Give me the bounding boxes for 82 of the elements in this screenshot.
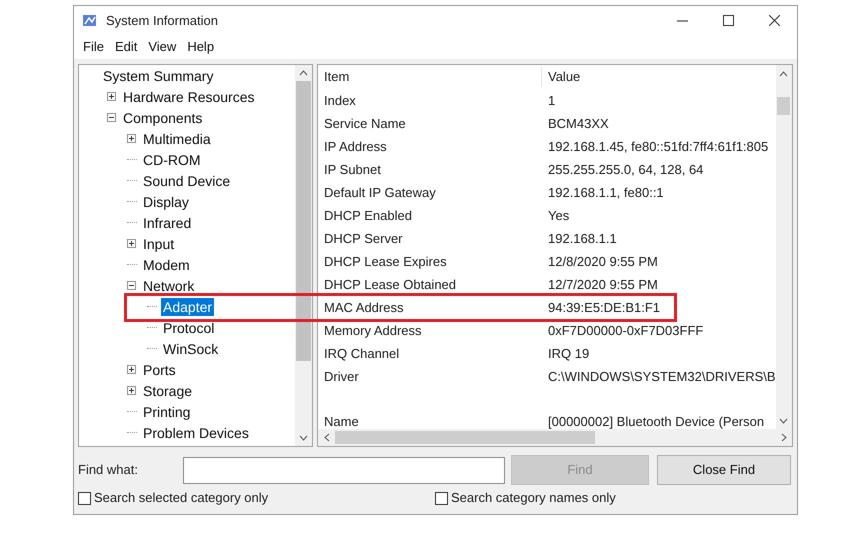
menu-item[interactable]: File bbox=[79, 37, 108, 57]
value-cell-text: 255.255.255.0, 64, 128, 64 bbox=[547, 160, 704, 179]
scroll-down-icon[interactable] bbox=[299, 435, 308, 441]
item-cell-text: DHCP Lease Expires bbox=[324, 252, 448, 271]
tree-item[interactable]: Display bbox=[141, 192, 191, 210]
expand-icon[interactable] bbox=[107, 92, 116, 101]
tree-item[interactable]: Network bbox=[141, 276, 196, 294]
scroll-left-icon[interactable] bbox=[324, 433, 330, 442]
item-cell-text: DHCP Enabled bbox=[324, 206, 413, 225]
value-cell-text: [00000002] Bluetooth Device (Person bbox=[547, 412, 764, 429]
value-cell-text: Yes bbox=[547, 206, 570, 225]
tree-item[interactable]: CD-ROM bbox=[141, 150, 203, 168]
item-cell-text: IP Subnet bbox=[324, 160, 382, 179]
value-cell-text: BCM43XX bbox=[547, 114, 609, 133]
checkbox[interactable] bbox=[78, 492, 91, 504]
expand-icon[interactable] bbox=[127, 365, 136, 374]
value-cell-text: 94:39:E5:DE:B1:F1 bbox=[547, 298, 660, 317]
tree-item[interactable]: Adapter bbox=[161, 298, 214, 316]
item-cell-text: Name bbox=[324, 412, 360, 429]
item-cell-text: IP Address bbox=[324, 138, 388, 156]
scroll-thumb[interactable] bbox=[296, 81, 311, 361]
menu-item[interactable]: Edit bbox=[110, 37, 142, 57]
find-label: Find what: bbox=[78, 461, 139, 480]
vertical-scrollbar[interactable] bbox=[776, 65, 792, 429]
vertical-scrollbar[interactable] bbox=[295, 65, 312, 446]
tree-item[interactable]: Hardware Resources bbox=[121, 88, 256, 106]
value-cell-text: IRQ 19 bbox=[547, 344, 590, 363]
checkbox[interactable] bbox=[435, 492, 448, 504]
value-cell-text: 1 bbox=[547, 92, 556, 110]
collapse-icon[interactable] bbox=[127, 281, 136, 290]
app-icon bbox=[82, 12, 98, 28]
item-cell-text: IRQ Channel bbox=[324, 344, 400, 363]
tree-item[interactable]: Printing bbox=[141, 402, 192, 420]
scroll-right-icon[interactable] bbox=[780, 433, 786, 442]
item-cell-text: Index bbox=[324, 92, 357, 110]
value-cell-text: 12/8/2020 9:55 PM bbox=[547, 252, 658, 271]
tree-item[interactable]: Sound Device bbox=[141, 172, 232, 190]
value-cell-text: 12/7/2020 9:55 PM bbox=[547, 276, 658, 294]
column-header[interactable]: Item bbox=[324, 67, 542, 87]
tree-item[interactable]: Problem Devices bbox=[141, 424, 251, 442]
tree-item[interactable]: WinSock bbox=[161, 340, 220, 358]
item-cell-text: Default IP Gateway bbox=[324, 184, 437, 202]
tree-item[interactable]: Protocol bbox=[161, 318, 216, 336]
close-icon bbox=[768, 15, 780, 26]
value-cell-text: 0xF7D00000-0xF7D03FFF bbox=[547, 322, 704, 340]
horizontal-scrollbar[interactable] bbox=[318, 429, 792, 446]
tree-item[interactable]: Storage bbox=[141, 382, 194, 400]
value-cell-text: C:\WINDOWS\SYSTEM32\DRIVERS\B bbox=[547, 368, 776, 386]
tree-item[interactable]: Multimedia bbox=[141, 130, 213, 148]
column-header[interactable]: Value bbox=[542, 67, 580, 87]
item-cell-text: DHCP Lease Obtained bbox=[324, 276, 458, 294]
tree-item[interactable]: Ports bbox=[141, 360, 178, 378]
tree-item[interactable]: Modem bbox=[141, 256, 192, 274]
item-cell-text: Driver bbox=[324, 368, 360, 386]
checkbox-label[interactable]: Search category names only bbox=[451, 488, 616, 508]
menu-item[interactable]: Help bbox=[183, 37, 218, 57]
expand-icon[interactable] bbox=[127, 134, 136, 143]
tree-item[interactable]: System Summary bbox=[101, 66, 216, 84]
item-cell-text: DHCP Server bbox=[324, 230, 404, 248]
tree-item[interactable]: Infrared bbox=[141, 214, 194, 232]
scroll-up-icon[interactable] bbox=[779, 71, 788, 77]
tree-item[interactable]: Input bbox=[141, 234, 176, 252]
close-find-button[interactable]: Close Find bbox=[657, 455, 791, 485]
value-cell-text: 192.168.1.1 bbox=[547, 230, 617, 248]
scroll-thumb[interactable] bbox=[335, 431, 595, 444]
expand-icon[interactable] bbox=[127, 386, 136, 395]
menu-item[interactable]: View bbox=[144, 37, 180, 57]
scroll-up-icon[interactable] bbox=[299, 70, 308, 76]
expand-icon[interactable] bbox=[127, 239, 136, 248]
value-cell-text: 192.168.1.1, fe80::1 bbox=[547, 184, 664, 202]
maximize-icon bbox=[722, 15, 734, 26]
item-cell-text: MAC Address bbox=[324, 298, 404, 317]
checkbox-label[interactable]: Search selected category only bbox=[94, 488, 268, 508]
scroll-down-icon[interactable] bbox=[779, 418, 788, 424]
item-cell-text: Memory Address bbox=[324, 322, 423, 340]
value-cell-text: 192.168.1.45, fe80::51fd:7ff4:61f1:805 bbox=[547, 138, 768, 156]
scroll-thumb[interactable] bbox=[777, 97, 790, 115]
find-input[interactable] bbox=[183, 456, 505, 484]
tree-item[interactable]: Components bbox=[121, 108, 204, 126]
item-cell-text: Service Name bbox=[324, 114, 407, 133]
collapse-icon[interactable] bbox=[107, 113, 116, 122]
window-title: System Information bbox=[106, 12, 218, 30]
